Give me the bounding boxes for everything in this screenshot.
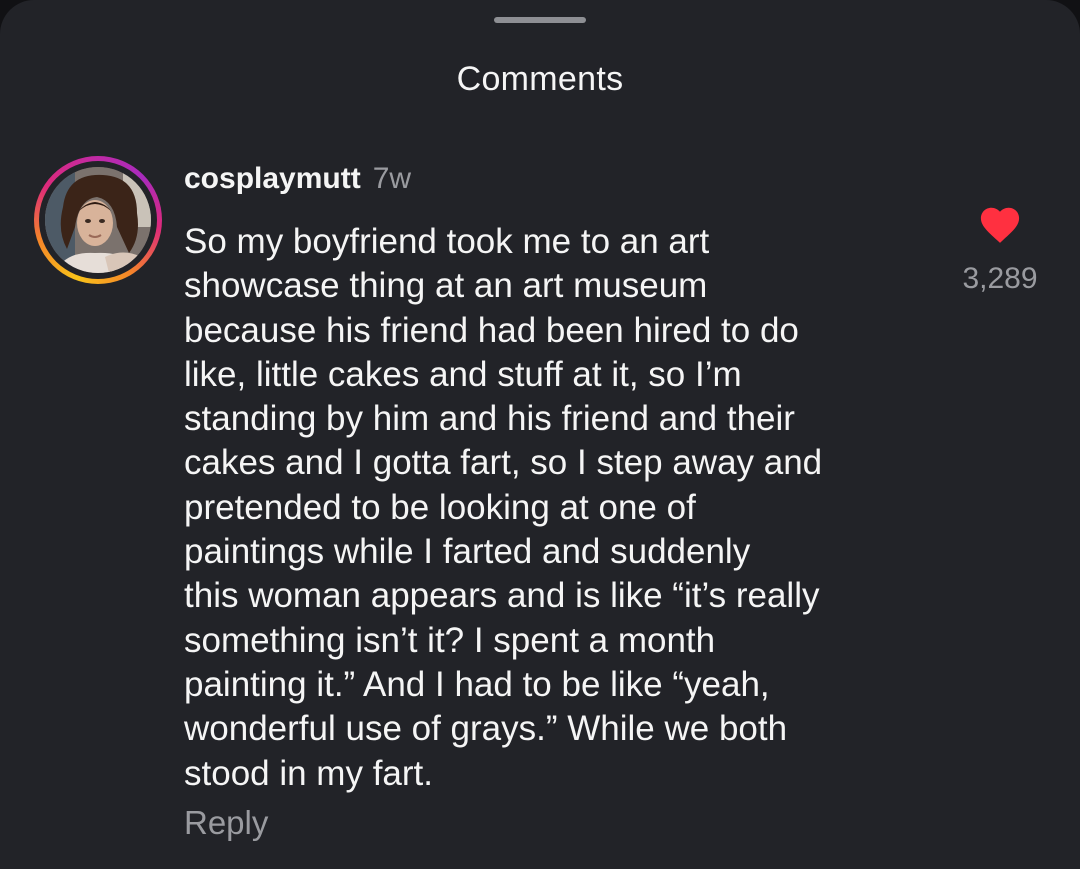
sheet-title: Comments [456,60,624,98]
like-count: 3,289 [962,262,1038,295]
drag-handle[interactable] [494,17,586,23]
comment-text: So my boyfriend took me to an art showca… [184,222,823,793]
heart-icon[interactable] [977,202,1023,244]
comment-header: cosplaymutt 7w [184,162,411,196]
timestamp: 7w [372,162,412,195]
comments-sheet: Comments cosplaymutt 7w So my boyfriend … [0,0,1080,869]
like-group: 3,289 [940,202,1060,302]
reply-button[interactable]: Reply [184,804,268,842]
avatar[interactable] [45,167,151,273]
username[interactable]: cosplaymutt [184,162,361,195]
story-ring[interactable] [34,156,162,284]
